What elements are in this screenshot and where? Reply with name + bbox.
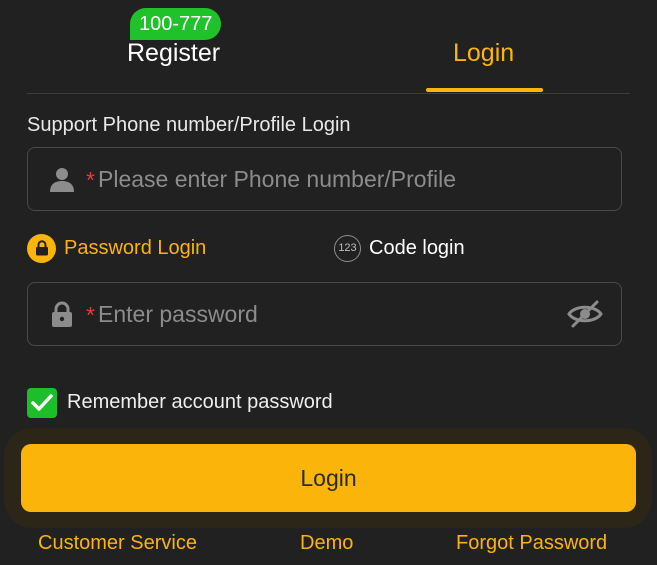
phone-input-placeholder[interactable]: Please enter Phone number/Profile [98,165,456,193]
lock-icon [52,301,72,327]
required-mark: * [86,167,95,193]
password-field[interactable]: * Enter password [27,282,622,346]
active-tab-indicator [426,88,543,92]
code-login-option[interactable]: 123 Code login [334,233,465,263]
auth-tabs: Register Login [27,0,630,94]
tab-login[interactable]: Login [453,38,514,68]
forgot-password-link[interactable]: Forgot Password [456,531,607,555]
login-button[interactable]: Login [21,444,636,512]
check-icon[interactable] [27,387,57,418]
promo-badge: 100-777 [130,8,222,40]
password-input-placeholder[interactable]: Enter password [98,300,258,328]
password-login-option[interactable]: Password Login [27,233,206,263]
code-login-label: Code login [369,236,465,259]
remember-checkbox[interactable]: Remember account password [27,387,333,418]
tab-register[interactable]: Register [127,38,220,68]
section-label: Support Phone number/Profile Login [27,114,351,136]
eye-off-icon[interactable] [567,299,603,329]
remember-label: Remember account password [67,391,333,413]
demo-link[interactable]: Demo [300,531,353,555]
password-login-label: Password Login [64,236,207,259]
phone-field[interactable]: * Please enter Phone number/Profile [27,147,622,211]
customer-service-link[interactable]: Customer Service [38,531,197,555]
code-icon: 123 [334,234,361,262]
required-mark: * [86,302,95,328]
lock-icon [27,233,56,263]
user-icon [50,168,74,192]
